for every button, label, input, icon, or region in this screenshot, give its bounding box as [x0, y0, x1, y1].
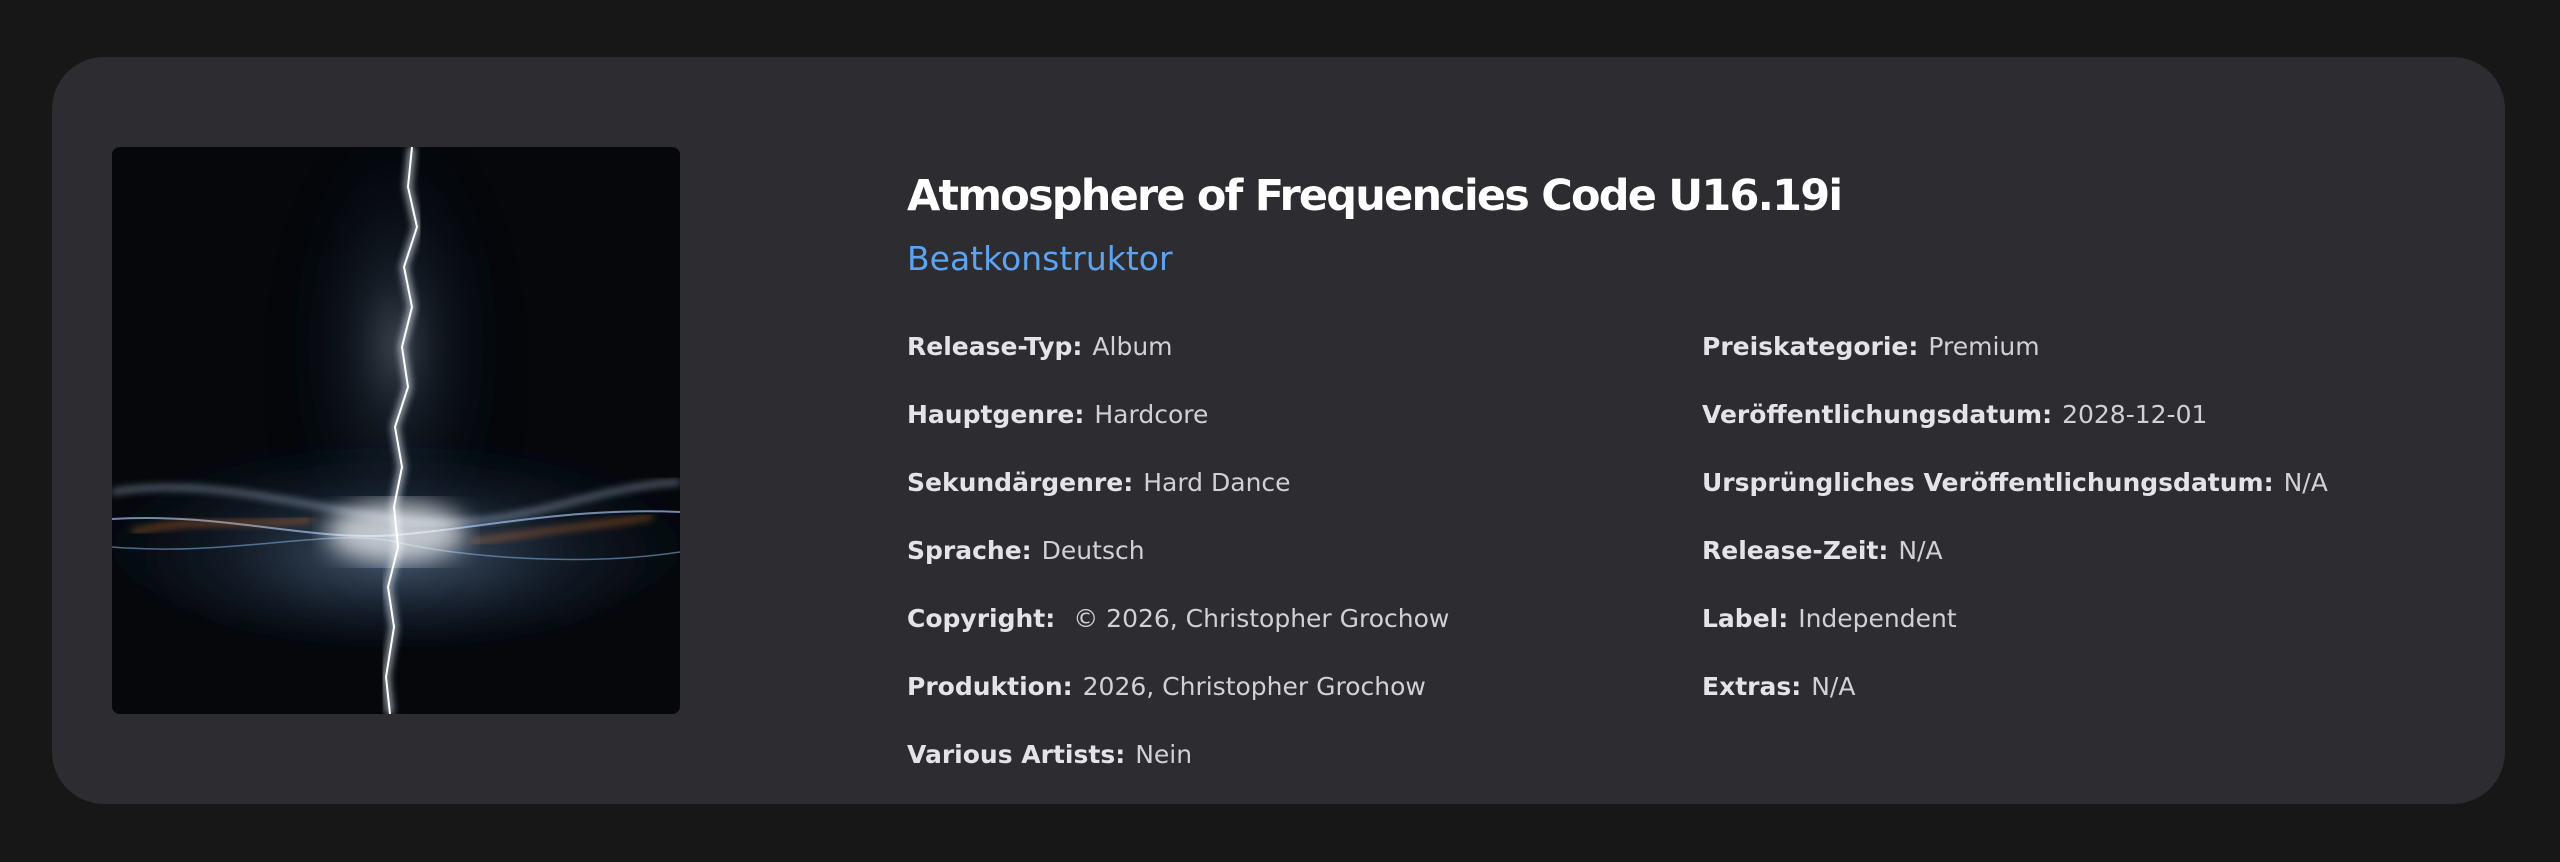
detail-copyright: Copyright: © 2026, Christopher Grochow	[907, 604, 1449, 634]
detail-key: Hauptgenre:	[907, 400, 1085, 429]
detail-extras: Extras: N/A	[1702, 672, 1855, 702]
detail-value: Nein	[1135, 740, 1193, 769]
detail-label: Label: Independent	[1702, 604, 1957, 634]
artist-link[interactable]: Beatkonstruktor	[907, 239, 1173, 278]
detail-value: N/A	[1811, 672, 1856, 701]
detail-value: Hard Dance	[1143, 468, 1291, 497]
detail-production: Produktion: 2026, Christopher Grochow	[907, 672, 1426, 702]
detail-key: Sprache:	[907, 536, 1032, 565]
detail-price-category: Preiskategorie: Premium	[1702, 332, 2040, 362]
detail-key: Label:	[1702, 604, 1789, 633]
detail-various-artists: Various Artists: Nein	[907, 740, 1192, 770]
detail-value: © 2026, Christopher Grochow	[1065, 604, 1450, 633]
detail-value: Premium	[1928, 332, 2040, 361]
detail-key: Extras:	[1702, 672, 1802, 701]
detail-value: Independent	[1798, 604, 1957, 633]
detail-key: Ursprüngliches Veröffentlichungsdatum:	[1702, 468, 2274, 497]
detail-value: N/A	[2283, 468, 2328, 497]
detail-release-date: Veröffentlichungsdatum: 2028-12-01	[1702, 400, 2207, 430]
album-cover[interactable]	[112, 147, 680, 714]
detail-key: Produktion:	[907, 672, 1073, 701]
detail-value: N/A	[1898, 536, 1943, 565]
detail-key: Copyright:	[907, 604, 1056, 633]
detail-language: Sprache: Deutsch	[907, 536, 1145, 566]
detail-key: Release-Typ:	[907, 332, 1083, 361]
detail-value: Album	[1092, 332, 1173, 361]
detail-value: 2026, Christopher Grochow	[1082, 672, 1426, 701]
detail-release-type: Release-Typ: Album	[907, 332, 1173, 362]
detail-original-release-date: Ursprüngliches Veröffentlichungsdatum: N/…	[1702, 468, 2328, 498]
detail-secondary-genre: Sekundärgenre: Hard Dance	[907, 468, 1291, 498]
detail-key: Various Artists:	[907, 740, 1126, 769]
release-card: Atmosphere of Frequencies Code U16.19i B…	[52, 57, 2505, 804]
detail-value: 2028-12-01	[2062, 400, 2208, 429]
detail-key: Veröffentlichungsdatum:	[1702, 400, 2053, 429]
detail-release-time: Release-Zeit: N/A	[1702, 536, 1943, 566]
release-title: Atmosphere of Frequencies Code U16.19i	[907, 171, 1843, 221]
detail-key: Preiskategorie:	[1702, 332, 1919, 361]
detail-value: Hardcore	[1094, 400, 1209, 429]
album-cover-art	[112, 147, 680, 714]
detail-key: Sekundärgenre:	[907, 468, 1134, 497]
detail-key: Release-Zeit:	[1702, 536, 1889, 565]
detail-main-genre: Hauptgenre: Hardcore	[907, 400, 1208, 430]
detail-value: Deutsch	[1041, 536, 1145, 565]
